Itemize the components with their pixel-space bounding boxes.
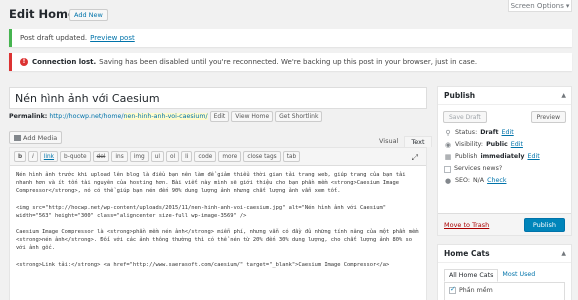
publish-time-row: ▦ Publish immediately Edit	[444, 151, 565, 163]
screen-options-button[interactable]: Screen Options ▾	[508, 0, 572, 12]
status-row: ⚲ Status: Draft Edit	[444, 127, 565, 139]
seo-label: SEO:	[455, 177, 470, 184]
media-icon	[14, 135, 21, 141]
collapse-icon[interactable]: ▲	[561, 87, 566, 104]
services-news-label: Services news?	[454, 165, 503, 172]
tab-text[interactable]: Text	[404, 136, 432, 147]
dot-icon: ●	[444, 177, 452, 185]
permalink-slug[interactable]: nen-hinh-anh-voi-caesium/	[123, 113, 208, 120]
content-paragraph: <strong>Link tải:</strong> <a href="http…	[16, 261, 390, 268]
save-draft-button[interactable]: Save Draft	[443, 111, 487, 123]
tab-visual[interactable]: Visual	[373, 136, 404, 147]
publish-button[interactable]: Publish	[523, 217, 565, 232]
qt-bold-button[interactable]: b	[14, 151, 27, 162]
warning-icon: !	[20, 58, 28, 66]
calendar-icon: ▦	[444, 153, 452, 161]
chevron-down-icon: ▾	[565, 1, 570, 10]
screen-options-label: Screen Options	[510, 1, 564, 10]
cat-tabs: All Home Cats Most Used	[438, 263, 571, 282]
permalink-base[interactable]: http://hocwp.net/home/	[49, 113, 123, 120]
visibility-value: Public	[486, 141, 508, 148]
error-text: Saving has been disabled until you're re…	[99, 58, 478, 66]
edit-visibility-link[interactable]: Edit	[511, 139, 523, 151]
add-new-button[interactable]: Add New	[69, 9, 108, 21]
edit-publish-time-link[interactable]: Edit	[527, 151, 539, 163]
collapse-icon[interactable]: ▲	[561, 245, 566, 262]
publish-time-label: Publish	[455, 153, 478, 160]
seo-value: N/A	[472, 177, 485, 184]
qt-tab-button[interactable]: tab	[282, 151, 301, 162]
page-title: Edit Home	[9, 7, 76, 21]
publish-major-actions: Move to Trash Publish	[438, 213, 571, 235]
view-home-button[interactable]: View Home	[231, 111, 274, 122]
get-shortlink-button[interactable]: Get Shortlink	[275, 111, 323, 122]
publish-box-title: Publish	[444, 91, 476, 100]
home-cats-box: Home Cats ▲ All Home Cats Most Used Phần…	[437, 244, 572, 300]
qt-link-button[interactable]: link	[39, 151, 59, 162]
error-title: Connection lost.	[32, 58, 97, 66]
eye-icon: ◉	[444, 141, 452, 149]
editor-tabs: Visual Text	[373, 136, 432, 147]
qt-img-button[interactable]: img	[129, 151, 149, 162]
home-cats-title: Home Cats	[444, 249, 490, 258]
tab-most-used[interactable]: Most Used	[498, 269, 539, 282]
fullscreen-icon[interactable]: ⤢	[412, 153, 418, 163]
publish-box: Publish ▲ Save Draft Preview ⚲ Status: D…	[437, 86, 572, 236]
publish-misc: ⚲ Status: Draft Edit ◉ Visibility: Publi…	[438, 125, 571, 189]
cat-checkbox[interactable]	[449, 285, 456, 294]
add-media-button[interactable]: Add Media	[9, 131, 63, 144]
qt-ul-button[interactable]: ul	[150, 151, 164, 162]
content-paragraph: Caesium Image Compressor là <strong>phần…	[16, 229, 422, 252]
visibility-label: Visibility:	[455, 141, 484, 148]
qt-li-button[interactable]: li	[181, 151, 193, 162]
preview-button[interactable]: Preview	[530, 111, 566, 123]
home-cats-header[interactable]: Home Cats ▲	[438, 245, 571, 263]
qt-blockquote-button[interactable]: b-quote	[60, 151, 91, 162]
qt-del-button[interactable]: del	[92, 151, 110, 162]
preview-post-link[interactable]: Preview post	[90, 34, 135, 42]
publish-top-actions: Save Draft Preview	[438, 105, 571, 125]
post-title-input[interactable]: Nén hình ảnh với Caesium	[9, 87, 427, 109]
seo-check-link[interactable]: Check	[487, 175, 506, 187]
qt-code-button[interactable]: code	[194, 151, 217, 162]
connection-lost-notice: ! Connection lost. Saving has been disab…	[9, 53, 572, 71]
seo-row: ● SEO: N/A Check	[444, 175, 565, 187]
status-value: Draft	[480, 129, 499, 136]
permalink-label: Permalink:	[9, 113, 48, 120]
qt-ins-button[interactable]: ins	[111, 151, 128, 162]
success-notice: Post draft updated. Preview post	[9, 29, 572, 47]
permalink-bar: Permalink: http://hocwp.net/home/nen-hin…	[9, 111, 323, 122]
qt-close-tags-button[interactable]: close tags	[243, 151, 281, 162]
publish-box-header[interactable]: Publish ▲	[438, 87, 571, 105]
edit-status-link[interactable]: Edit	[502, 127, 514, 139]
editor-content[interactable]: Nén hình ảnh trước khi upload lên blog l…	[10, 166, 426, 282]
visibility-row: ◉ Visibility: Public Edit	[444, 139, 565, 151]
edit-permalink-button[interactable]: Edit	[209, 111, 230, 122]
services-news-checkbox[interactable]	[444, 165, 451, 173]
text-editor: b i link b-quote del ins img ul ol li co…	[9, 147, 427, 300]
cat-list: Phần mềm	[444, 282, 565, 300]
qt-ol-button[interactable]: ol	[165, 151, 180, 162]
quicktags-toolbar: b i link b-quote del ins img ul ol li co…	[10, 148, 426, 166]
status-label: Status:	[455, 129, 478, 136]
pin-icon: ⚲	[445, 129, 451, 137]
success-notice-text: Post draft updated.	[20, 34, 88, 42]
services-news-row: Services news?	[444, 163, 565, 175]
qt-more-button[interactable]: more	[218, 151, 242, 162]
cat-label: Phần mềm	[459, 287, 493, 294]
tab-all-home-cats[interactable]: All Home Cats	[444, 269, 499, 282]
add-media-label: Add Media	[23, 134, 58, 142]
move-to-trash-link[interactable]: Move to Trash	[444, 221, 489, 229]
content-paragraph: <img src="http://hocwp.net/wp-content/up…	[16, 204, 390, 219]
qt-italic-button[interactable]: i	[28, 151, 38, 162]
publish-time-value: immediately	[480, 153, 525, 160]
content-paragraph: Nén hình ảnh trước khi upload lên blog l…	[16, 172, 409, 195]
